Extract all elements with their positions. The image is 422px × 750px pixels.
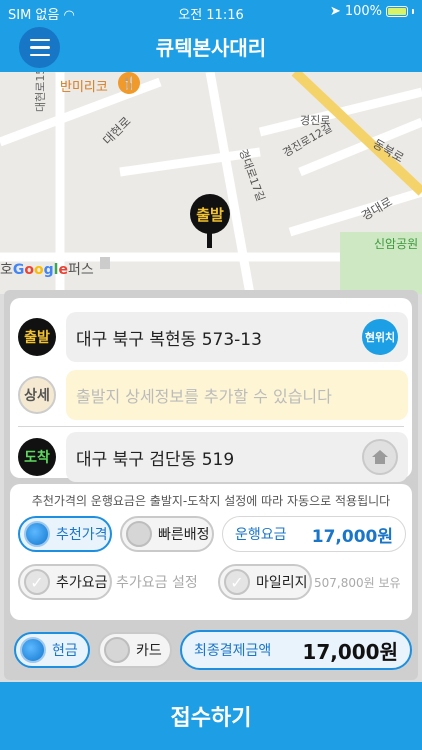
map-street-label: 대현로15길 (34, 72, 47, 112)
battery-icon (386, 6, 408, 17)
final-amount-label: 최종결제금액 (194, 643, 272, 659)
current-location-button[interactable]: 현위치 (362, 319, 398, 355)
home-icon (372, 450, 388, 464)
check-icon: ✓ (24, 569, 50, 595)
divider (18, 426, 404, 427)
address-card: 출발 대구 북구 복현동 573-13 현위치 상세 출발지 상세정보를 추가할… (10, 298, 412, 482)
recommended-price-option[interactable]: 추천가격 (18, 516, 112, 552)
origin-map-pin[interactable]: 출발 (190, 194, 230, 234)
origin-address-text: 대구 북구 복현동 573-13 (76, 329, 262, 350)
home-button[interactable] (362, 439, 398, 475)
destination-address-field[interactable]: 대구 북구 검단동 519 (66, 432, 408, 482)
payment-row: 현금 카드 최종결제금액 17,000원 (10, 626, 412, 674)
google-logo: 호Google퍼스 (0, 262, 94, 278)
fare-label: 운행요금 (235, 527, 287, 543)
restaurant-icon: 🍴 (118, 72, 140, 94)
status-bar: SIM 없음 ◠ 오전 11:16 ➤ 100% (0, 0, 422, 24)
final-amount-value: 17,000원 (302, 639, 398, 664)
card-option[interactable]: 카드 (98, 632, 172, 668)
radio-icon (104, 637, 130, 663)
mileage-option[interactable]: ✓ 마일리지 (218, 564, 312, 600)
map-label-restaurant: 반미리코 (60, 80, 108, 95)
detail-badge: 상세 (18, 376, 56, 414)
radio-selected-icon (20, 637, 46, 663)
extra-fee-option[interactable]: ✓ 추가요금 (18, 564, 112, 600)
extra-fee-input[interactable]: 추가요금 설정 (110, 564, 210, 600)
booking-panel: 출발 대구 북구 복현동 573-13 현위치 상세 출발지 상세정보를 추가할… (4, 290, 418, 680)
fare-options-card: 추천가격의 운행요금은 출발지-도착지 설정에 따라 자동으로 적용됩니다 추천… (10, 484, 412, 620)
map-view[interactable]: 반미리코 🍴 대현로15길 대현로 경대로17길 경진로 경진로12길 동북로 … (0, 72, 422, 294)
battery-percent: 100% (344, 4, 382, 19)
fare-value: 17,000원 (311, 526, 393, 547)
fare-box: 운행요금 17,000원 (222, 516, 406, 552)
origin-row: 출발 대구 북구 복현동 573-13 현위치 (18, 312, 408, 362)
mileage-balance: 507,800원 보유 (314, 575, 401, 590)
detail-row: 상세 출발지 상세정보를 추가할 수 있습니다 (18, 370, 408, 420)
location-icon: ➤ (329, 4, 341, 19)
page-title: 큐텍본사대리 (155, 36, 267, 60)
submit-button[interactable]: 접수하기 (0, 682, 422, 750)
cash-option[interactable]: 현금 (14, 632, 90, 668)
final-amount-box: 최종결제금액 17,000원 (180, 630, 412, 670)
fare-notice: 추천가격의 운행요금은 출발지-도착지 설정에 따라 자동으로 적용됩니다 (31, 494, 391, 508)
status-right: ➤ 100% (330, 4, 414, 19)
destination-badge: 도착 (18, 438, 56, 476)
origin-address-field[interactable]: 대구 북구 복현동 573-13 현위치 (66, 312, 408, 362)
origin-badge: 출발 (18, 318, 56, 356)
map-park-label: 신암공원 (374, 237, 419, 251)
quick-dispatch-option[interactable]: 빠른배정 (120, 516, 214, 552)
radio-selected-icon (24, 521, 50, 547)
destination-address-text: 대구 북구 검단동 519 (76, 449, 235, 470)
destination-row: 도착 대구 북구 검단동 519 (18, 432, 408, 482)
pin-tail (207, 232, 212, 248)
check-icon: ✓ (224, 569, 250, 595)
origin-detail-input[interactable]: 출발지 상세정보를 추가할 수 있습니다 (66, 370, 408, 420)
radio-icon (126, 521, 152, 547)
top-bar: SIM 없음 ◠ 오전 11:16 ➤ 100% 큐텍본사대리 (0, 0, 422, 72)
